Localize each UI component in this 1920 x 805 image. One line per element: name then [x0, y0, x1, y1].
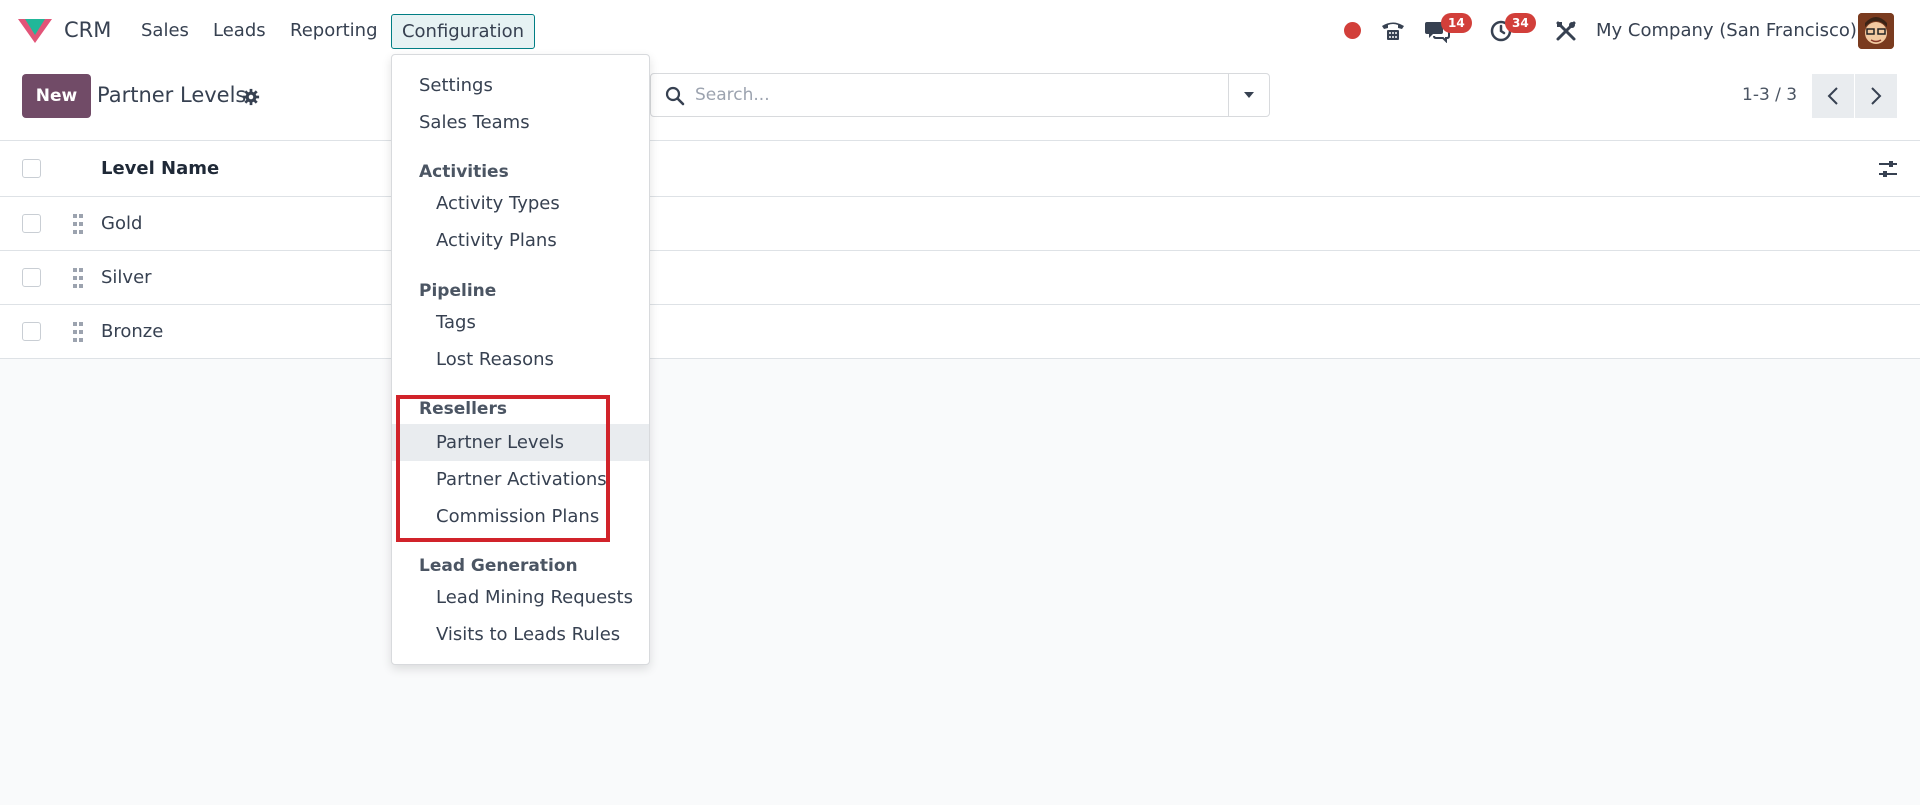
activities-badge: 34 [1505, 13, 1536, 33]
pager-value[interactable]: 1-3 / 3 [1742, 85, 1797, 105]
section-lead-generation: Lead Generation [419, 556, 578, 576]
caret-down-icon [1244, 92, 1254, 98]
search-options-toggle[interactable] [1228, 74, 1269, 116]
menu-item-tags[interactable]: Tags [392, 304, 649, 341]
select-all-checkbox[interactable] [22, 159, 41, 178]
table-row[interactable]: Silver [0, 251, 1920, 305]
optional-columns-icon[interactable] [1878, 159, 1898, 179]
gear-icon[interactable] [242, 88, 260, 106]
search-icon[interactable] [665, 86, 685, 106]
menu-item-lost-reasons[interactable]: Lost Reasons [392, 341, 649, 378]
row-checkbox[interactable] [22, 214, 41, 233]
user-avatar[interactable] [1858, 13, 1894, 49]
list-header: Level Name [0, 141, 1920, 197]
resellers-highlight-annotation [396, 395, 610, 542]
page-title: Partner Levels [97, 83, 247, 107]
table-row[interactable]: Gold [0, 197, 1920, 251]
chevron-right-icon [1871, 87, 1882, 105]
menu-item-activity-plans[interactable]: Activity Plans [392, 222, 649, 259]
list-view: Level Name Gold Silver Bronze [0, 141, 1920, 359]
company-switcher[interactable]: My Company (San Francisco) [1596, 20, 1857, 41]
control-panel: New Partner Levels 1-3 / 3 [0, 62, 1920, 141]
column-header-level-name[interactable]: Level Name [101, 158, 219, 179]
menu-leads[interactable]: Leads [213, 20, 266, 41]
new-button[interactable]: New [22, 74, 91, 118]
drag-handle-icon[interactable] [72, 267, 84, 289]
drag-handle-icon[interactable] [72, 321, 84, 343]
recording-indicator-icon[interactable] [1344, 22, 1361, 39]
menu-configuration[interactable]: Configuration [391, 14, 535, 49]
pager-next-button[interactable] [1855, 74, 1897, 118]
menu-item-visits-to-leads-rules[interactable]: Visits to Leads Rules [392, 616, 649, 653]
menu-item-lead-mining-requests[interactable]: Lead Mining Requests [392, 579, 649, 616]
menu-reporting[interactable]: Reporting [290, 20, 378, 41]
search-input[interactable] [695, 80, 1175, 110]
debug-tools-icon[interactable] [1552, 17, 1580, 45]
menu-item-sales-teams[interactable]: Sales Teams [392, 104, 649, 141]
section-pipeline: Pipeline [419, 281, 497, 301]
drag-handle-icon[interactable] [72, 213, 84, 235]
top-navbar: CRM Sales Leads Reporting Configuration … [0, 0, 1920, 62]
menu-item-activity-types[interactable]: Activity Types [392, 185, 649, 222]
menu-sales[interactable]: Sales [141, 20, 189, 41]
row-checkbox[interactable] [22, 322, 41, 341]
chevron-left-icon [1827, 87, 1838, 105]
configuration-dropdown: Settings Sales Teams Activities Activity… [391, 54, 650, 665]
pager-previous-button[interactable] [1812, 74, 1854, 118]
search-bar [650, 73, 1270, 117]
phone-icon[interactable] [1379, 17, 1407, 45]
messages-badge: 14 [1441, 13, 1472, 33]
section-activities: Activities [419, 162, 509, 182]
level-name-cell[interactable]: Bronze [101, 321, 163, 342]
table-row[interactable]: Bronze [0, 305, 1920, 359]
menu-item-settings[interactable]: Settings [392, 67, 649, 104]
crm-logo-icon[interactable] [16, 15, 54, 45]
level-name-cell[interactable]: Gold [101, 213, 142, 234]
app-name[interactable]: CRM [64, 18, 111, 42]
row-checkbox[interactable] [22, 268, 41, 287]
level-name-cell[interactable]: Silver [101, 267, 152, 288]
